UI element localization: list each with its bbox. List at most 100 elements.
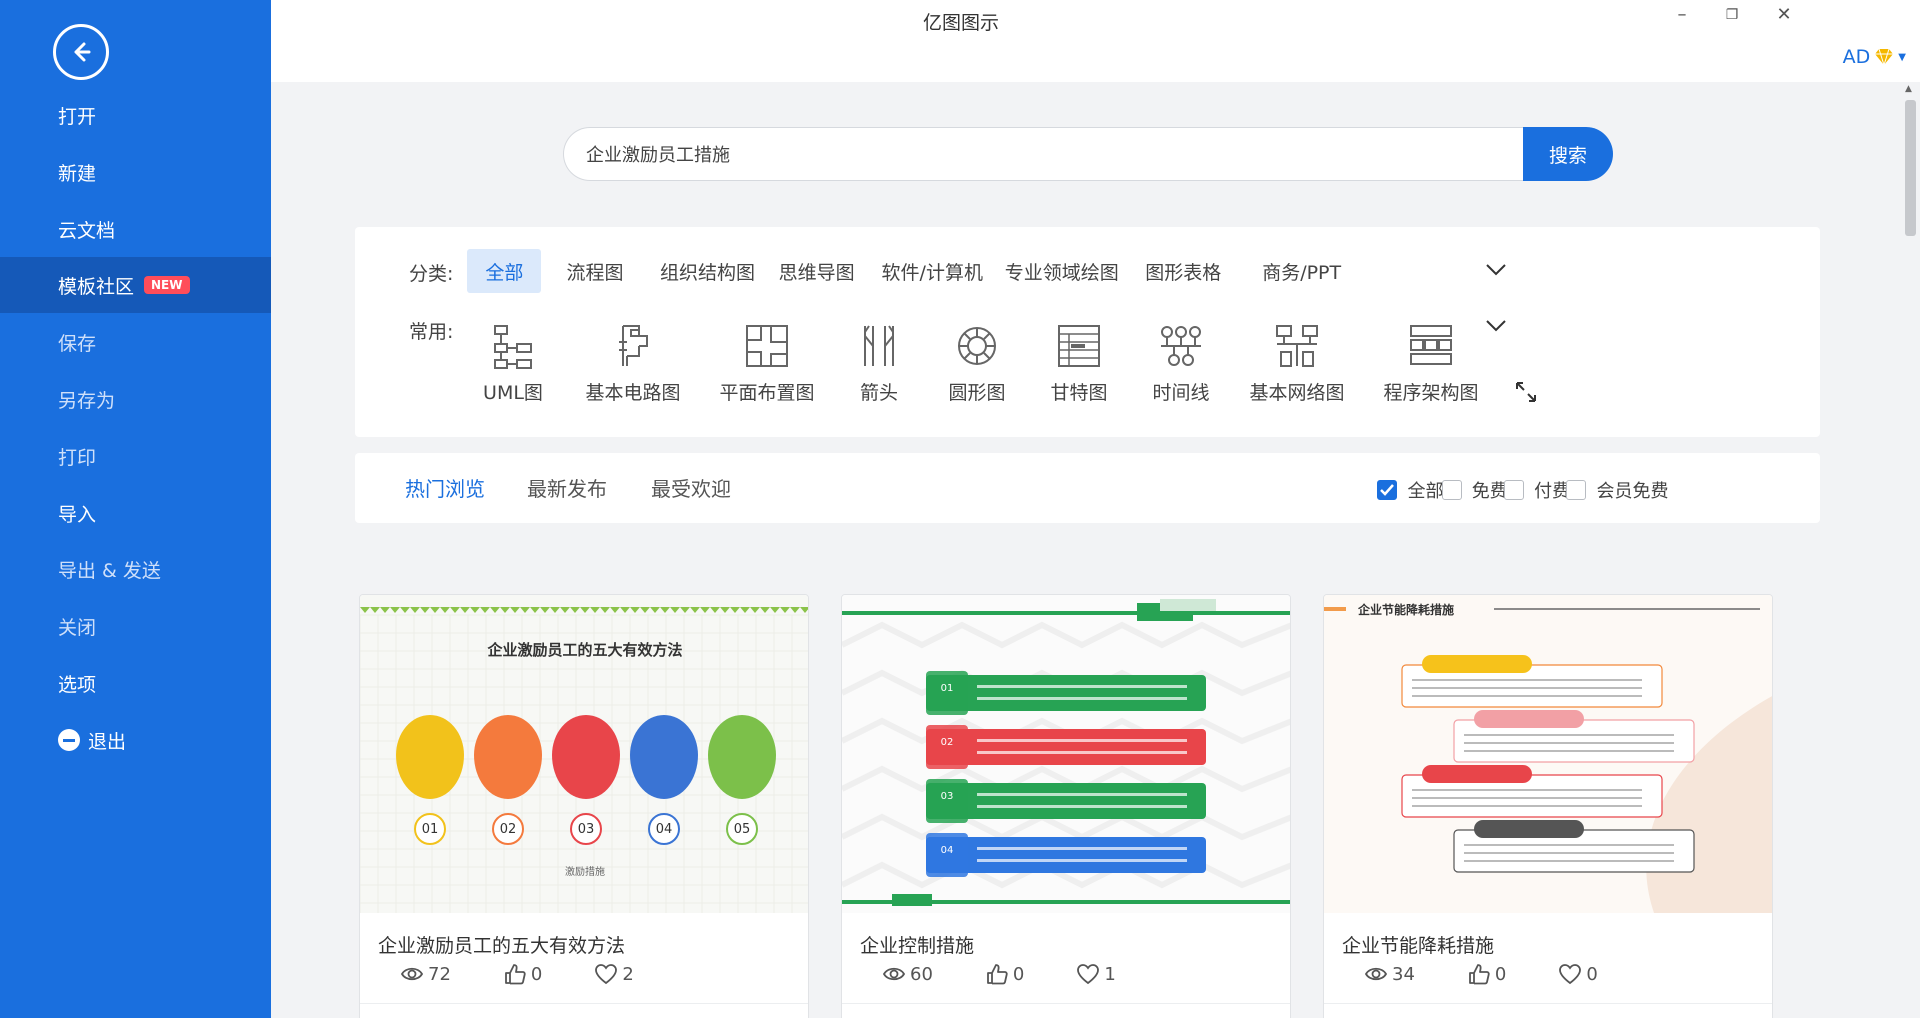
common-template-uml-diagram[interactable]: UML图 xyxy=(453,322,573,405)
common-template-architecture-diagram[interactable]: 程序架构图 xyxy=(1371,322,1491,405)
common-template-timeline[interactable]: 时间线 xyxy=(1121,322,1241,405)
common-template-label: 程序架构图 xyxy=(1383,382,1479,404)
template-thumbnail[interactable]: 企业节能降耗措施 xyxy=(1324,595,1772,913)
likes-stat[interactable]: 0 xyxy=(1467,963,1506,985)
sidebar-item-save[interactable]: 保存 xyxy=(0,314,271,370)
close-window-icon[interactable]: ✕ xyxy=(1769,4,1799,25)
thumbnail-shape xyxy=(396,715,464,799)
thumbnail-step: 03 xyxy=(570,813,602,845)
template-title[interactable]: 企业激励员工的五大有效方法 xyxy=(378,931,625,958)
likes-stat[interactable]: 0 xyxy=(503,963,542,985)
common-template-floor-plan[interactable]: 平面布置图 xyxy=(707,322,827,405)
sidebar-item-label: 新建 xyxy=(58,162,97,185)
arrow-left-icon xyxy=(74,42,91,62)
checkbox-icon[interactable] xyxy=(1504,480,1525,500)
category-tab[interactable]: 思维导图 xyxy=(761,249,873,293)
checkbox-checked-icon[interactable] xyxy=(1377,480,1398,500)
architecture-diagram-icon xyxy=(1410,325,1452,365)
template-title[interactable]: 企业控制措施 xyxy=(860,931,974,958)
filter-checkbox[interactable]: 全部 xyxy=(1377,477,1443,503)
thumbnail-heading: 企业节能降耗措施 xyxy=(1358,603,1455,617)
filter-label: 全部 xyxy=(1407,481,1444,502)
checkbox-icon[interactable] xyxy=(1441,480,1462,500)
filter-bar: 热门浏览 最新发布 最受欢迎 全部 免费 付费 会员免费 xyxy=(355,453,1820,523)
sidebar-item-label: 模板社区 xyxy=(58,275,135,298)
filter-checkbox[interactable]: 会员免费 xyxy=(1566,477,1668,503)
template-card[interactable]: 企业激励员工的五大有效方法 01 02 03 04 05 激励措施企业激励员工的五大有效方法… xyxy=(359,594,809,1018)
scroll-thumb[interactable] xyxy=(1905,100,1916,236)
category-tab[interactable]: 全部 xyxy=(467,249,542,293)
minimize-icon[interactable]: – xyxy=(1667,4,1697,25)
checkbox-icon[interactable] xyxy=(1566,480,1587,500)
filter-label: 付费 xyxy=(1534,481,1571,502)
favorites-stat[interactable]: 2 xyxy=(594,963,634,985)
likes-stat[interactable]: 0 xyxy=(985,963,1024,985)
views-count: 72 xyxy=(428,963,451,985)
back-button[interactable] xyxy=(53,24,109,80)
sidebar-item-options[interactable]: 选项 xyxy=(0,655,271,711)
sidebar-item-label: 打印 xyxy=(58,446,97,469)
category-tab[interactable]: 软件/计算机 xyxy=(864,249,1001,293)
sidebar-item-export-send[interactable]: 导出 & 发送 xyxy=(0,541,271,597)
thumbnail-footer: 激励措施 xyxy=(565,867,605,878)
template-stats: 60 0 1 xyxy=(882,963,1168,985)
category-tab[interactable]: 图形表格 xyxy=(1127,249,1239,293)
filter-checkbox[interactable]: 付费 xyxy=(1504,477,1570,503)
sidebar-item-print[interactable]: 打印 xyxy=(0,428,271,484)
common-template-label: 时间线 xyxy=(1152,382,1210,404)
scroll-up-icon[interactable]: ▲ xyxy=(1905,84,1912,94)
user-account[interactable]: AD ▼ xyxy=(1843,46,1906,68)
likes-count: 0 xyxy=(530,963,543,985)
common-template-label: 基本电路图 xyxy=(585,382,681,404)
sidebar-item-cloud-docs[interactable]: 云文档 xyxy=(0,201,271,257)
expand-icon[interactable] xyxy=(1515,381,1537,403)
template-title[interactable]: 企业节能降耗措施 xyxy=(1342,931,1494,958)
template-author-row: 免费 xyxy=(842,1003,1290,1018)
sidebar-item-save-as[interactable]: 另存为 xyxy=(0,371,271,427)
views-count: 34 xyxy=(1392,963,1415,985)
category-tab[interactable]: 流程图 xyxy=(548,249,641,293)
template-card[interactable]: 01020304企业控制措施6001免费 xyxy=(841,594,1291,1018)
sort-tab[interactable]: 热门浏览 xyxy=(405,473,485,502)
likes-count: 0 xyxy=(1012,963,1025,985)
search-button[interactable]: 搜索 xyxy=(1523,127,1613,181)
category-tab[interactable]: 组织结构图 xyxy=(642,249,773,293)
category-tab[interactable]: 商务/PPT xyxy=(1244,249,1359,293)
filter-checkbox[interactable]: 免费 xyxy=(1441,477,1508,503)
common-template-label: 基本网络图 xyxy=(1249,382,1345,404)
common-template-circuit-diagram[interactable]: 基本电路图 xyxy=(573,322,693,405)
scrollbar[interactable]: ▲ xyxy=(1901,82,1920,1018)
template-thumbnail[interactable]: 01 02 03 04 xyxy=(842,595,1290,913)
favorites-count: 1 xyxy=(1104,963,1116,985)
circuit-diagram-icon xyxy=(619,325,648,366)
sidebar-item-template-community[interactable]: 模板社区 NEW xyxy=(0,257,271,313)
sort-tab[interactable]: 最新发布 xyxy=(527,473,607,502)
thumbs-up-icon xyxy=(1469,964,1490,985)
thumbnail-shape xyxy=(474,715,542,799)
sidebar-item-open[interactable]: 打开 xyxy=(0,87,271,143)
sidebar-item-label: 另存为 xyxy=(58,389,116,412)
sidebar-item-exit[interactable]: 退出 xyxy=(0,712,271,768)
exit-icon xyxy=(58,729,80,751)
common-label: 常用: xyxy=(409,321,454,343)
likes-count: 0 xyxy=(1494,963,1507,985)
chevron-down-icon[interactable] xyxy=(1485,319,1507,333)
sidebar-item-label: 云文档 xyxy=(58,219,116,242)
favorites-stat[interactable]: 1 xyxy=(1076,963,1116,985)
chevron-down-icon[interactable] xyxy=(1485,263,1507,277)
common-template-network-diagram[interactable]: 基本网络图 xyxy=(1237,322,1357,405)
timeline-icon xyxy=(1161,326,1201,366)
sidebar-item-new[interactable]: 新建 xyxy=(0,144,271,200)
sidebar-item-close[interactable]: 关闭 xyxy=(0,598,271,654)
template-card[interactable]: 企业节能降耗措施企业节能降耗措施3400会员免费 xyxy=(1323,594,1773,1018)
category-panel: 分类: 全部 流程图 组织结构图 思维导图 软件/计算机 专业领域绘图 图形表格 商务/PPT… xyxy=(355,227,1820,437)
sidebar-item-import[interactable]: 导入 xyxy=(0,485,271,541)
template-thumbnail[interactable]: 企业激励员工的五大有效方法 01 02 03 04 05 激励措施 xyxy=(360,595,808,913)
search-input[interactable] xyxy=(563,127,1523,181)
eye-icon xyxy=(400,967,424,981)
sort-tab[interactable]: 最受欢迎 xyxy=(651,473,731,502)
favorites-stat[interactable]: 0 xyxy=(1558,963,1598,985)
category-tab[interactable]: 专业领域绘图 xyxy=(987,249,1137,293)
template-author-row: 会员免费 xyxy=(1324,1003,1772,1018)
restore-icon[interactable]: ❐ xyxy=(1717,7,1747,23)
